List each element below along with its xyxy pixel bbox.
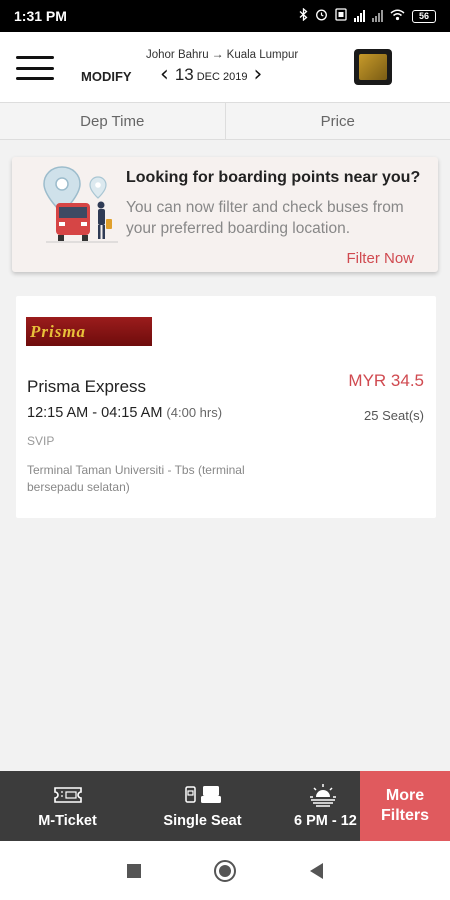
- recent-apps-icon[interactable]: [126, 863, 141, 878]
- ticket-icon: [53, 783, 83, 807]
- sim-icon: [335, 8, 347, 24]
- sort-tabs: Dep Time Price: [0, 102, 450, 140]
- status-time: 1:31 PM: [14, 8, 67, 24]
- filter-single-seat[interactable]: Single Seat: [135, 771, 270, 841]
- arrow-right-icon: →: [211, 47, 224, 61]
- bus-result-card[interactable]: Prisma Prisma Express MYR 34.5 12:15 AM …: [16, 296, 436, 518]
- filter-evening-departure[interactable]: 6 PM - 12: [270, 771, 360, 841]
- sort-tab-dep-time[interactable]: Dep Time: [0, 103, 225, 139]
- signal-icon-2: [372, 10, 383, 22]
- filter-m-ticket-label: M-Ticket: [38, 813, 97, 829]
- battery-icon: 56: [412, 9, 436, 23]
- header: MODIFY Johor Bahru → Kuala Lumpur ‹ 13 DEC…: [0, 32, 450, 102]
- bus-type: SVIP: [27, 434, 55, 448]
- route-from: Johor Bahru: [146, 49, 209, 61]
- app-logo: [354, 49, 392, 85]
- bus-location-illustration: [43, 166, 118, 243]
- home-icon[interactable]: [214, 859, 237, 882]
- status-icons: 56: [299, 7, 436, 24]
- seats-available: 25 Seat(s): [364, 408, 424, 423]
- boarding-point: Terminal Taman Universiti - Tbs (termina…: [27, 463, 245, 494]
- back-icon[interactable]: [310, 862, 324, 879]
- trip-time: 12:15 AM - 04:15 AM (4:00 hrs): [27, 405, 222, 421]
- date-day: 13: [174, 65, 194, 84]
- filter-now-link[interactable]: Filter Now: [346, 250, 414, 267]
- date-selector: ‹ 13 DEC 2019 ›: [160, 64, 262, 86]
- status-bar: 1:31 PM 56: [0, 0, 450, 32]
- more-filters-button[interactable]: More Filters: [360, 771, 450, 841]
- filter-single-seat-label: Single Seat: [163, 813, 242, 829]
- banner-description: You can now filter and check buses from …: [126, 199, 404, 237]
- boarding-points-banner: Looking for boarding points near you? Yo…: [12, 157, 438, 272]
- modify-button[interactable]: MODIFY: [81, 69, 132, 84]
- route: Johor Bahru → Kuala Lumpur: [146, 47, 298, 61]
- app-logo-mark: [359, 54, 387, 80]
- date-month-year: DEC 2019: [196, 71, 248, 83]
- chevron-right-icon[interactable]: ›: [254, 64, 263, 86]
- filter-m-ticket[interactable]: M-Ticket: [0, 771, 135, 841]
- filter-evening-departure-label: 6 PM - 12: [294, 813, 357, 829]
- fare-price: MYR 34.5: [348, 371, 424, 390]
- battery-level: 56: [418, 11, 429, 21]
- menu-icon[interactable]: [16, 56, 54, 80]
- signal-icon: [354, 10, 365, 22]
- operator-logo-text: Prisma: [30, 321, 87, 341]
- travel-date[interactable]: 13 DEC 2019: [175, 65, 248, 85]
- bottom-filter-bar: M-Ticket Single Seat 6 PM - 12 More Filt…: [0, 771, 450, 841]
- operator-logo: Prisma: [26, 317, 152, 346]
- time-range: 12:15 AM - 04:15 AM: [27, 405, 163, 421]
- operator-name: Prisma Express: [27, 377, 147, 396]
- sunset-icon: [308, 783, 338, 807]
- single-seat-icon: [183, 783, 223, 807]
- trip-duration: (4:00 hrs): [166, 405, 223, 420]
- chevron-left-icon[interactable]: ‹: [160, 64, 169, 86]
- alarm-icon: [315, 8, 328, 24]
- bluetooth-icon: [299, 7, 308, 24]
- sort-tab-price[interactable]: Price: [224, 103, 450, 139]
- banner-title: Looking for boarding points near you?: [126, 169, 421, 186]
- wifi-icon: [390, 9, 405, 24]
- route-to: Kuala Lumpur: [226, 49, 299, 61]
- system-nav-bar: [0, 841, 450, 900]
